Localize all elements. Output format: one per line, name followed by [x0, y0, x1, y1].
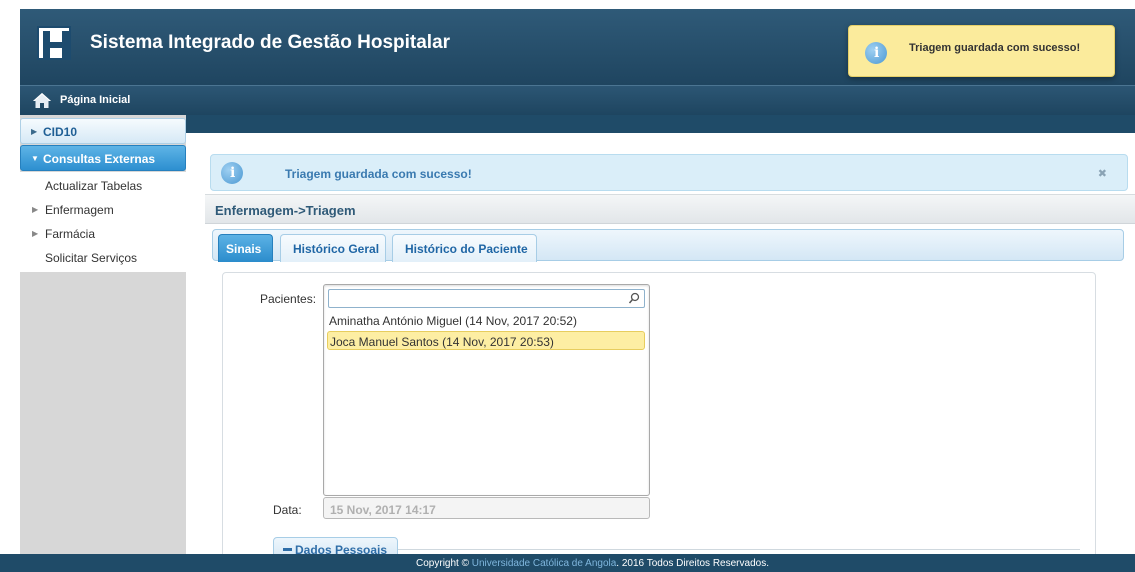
search-icon	[628, 292, 640, 304]
collapse-icon	[283, 548, 292, 551]
tab-historico-geral[interactable]: Histórico Geral	[280, 234, 386, 262]
home-link[interactable]: Página Inicial	[60, 94, 130, 106]
info-message: i Triagem guardada com sucesso! ✖	[210, 154, 1128, 191]
close-icon[interactable]: ✖	[1098, 167, 1107, 180]
copyright-suffix: . 2016 Todos Direitos Reservados.	[616, 558, 769, 569]
footer: Copyright © Universidade Católica de Ang…	[0, 554, 1135, 572]
tab-sinais[interactable]: Sinais	[218, 234, 273, 262]
patients-filter-input[interactable]	[329, 290, 619, 307]
chevron-down-icon: ▼	[31, 154, 39, 163]
info-icon: i	[865, 42, 887, 64]
info-message-text: Triagem guardada com sucesso!	[285, 167, 472, 181]
tab-label: Histórico do Paciente	[405, 242, 528, 256]
date-field: 15 Nov, 2017 14:17	[323, 497, 650, 519]
fieldset-border	[398, 549, 1080, 550]
pacientes-label: Pacientes:	[260, 292, 317, 306]
chevron-right-icon: ▶	[31, 127, 38, 136]
sidebar-section-label: Consultas Externas	[43, 152, 156, 166]
tab-bar: Sinais Histórico Geral Histórico do Paci…	[212, 229, 1124, 262]
patients-listbox[interactable]: Aminatha António Miguel (14 Nov, 2017 20…	[323, 284, 650, 496]
patients-filter	[328, 289, 645, 308]
growl-notification[interactable]: i Triagem guardada com sucesso!	[848, 25, 1115, 77]
top-nav: Página Inicial	[20, 85, 1135, 115]
tab-historico-paciente[interactable]: Histórico do Paciente	[392, 234, 537, 262]
hospital-logo	[37, 26, 71, 60]
data-label: Data:	[273, 503, 302, 517]
chevron-right-icon: ▶	[32, 205, 39, 214]
patient-list-item[interactable]: Aminatha António Miguel (14 Nov, 2017 20…	[327, 311, 645, 330]
sidebar-section-label: CID10	[43, 125, 78, 139]
date-value: 15 Nov, 2017 14:17	[330, 503, 436, 517]
home-icon[interactable]	[32, 92, 52, 109]
info-icon: i	[221, 162, 243, 184]
chevron-right-icon: ▶	[32, 229, 39, 238]
patient-list-item-selected[interactable]: Joca Manuel Santos (14 Nov, 2017 20:53)	[327, 331, 645, 350]
sidebar-section-consultas-externas[interactable]: ▼ Consultas Externas	[20, 145, 186, 171]
page-title: Enfermagem->Triagem	[215, 203, 356, 218]
sidebar: ▶ CID10 ▼ Consultas Externas Actualizar …	[20, 115, 186, 572]
sidebar-item-enfermagem[interactable]: Enfermagem	[45, 203, 114, 217]
app-title: Sistema Integrado de Gestão Hospitalar	[90, 32, 451, 53]
breadcrumb: Enfermagem->Triagem	[205, 194, 1135, 224]
sidebar-item-actualizar-tabelas[interactable]: Actualizar Tabelas	[45, 179, 142, 193]
growl-message: Triagem guardada com sucesso!	[909, 42, 1081, 54]
sidebar-item-solicitar-servicos[interactable]: Solicitar Serviços	[45, 251, 137, 265]
copyright-prefix: Copyright ©	[416, 558, 472, 569]
university-link[interactable]: Universidade Católica de Angola	[472, 558, 617, 569]
copyright-text: Copyright © Universidade Católica de Ang…	[0, 558, 1135, 569]
sidebar-menu: Actualizar Tabelas ▶ Enfermagem ▶ Farmác…	[20, 172, 186, 272]
tab-label: Sinais	[226, 242, 262, 256]
tab-label: Histórico Geral	[293, 242, 380, 256]
sub-bar	[186, 115, 1135, 133]
sidebar-section-cid10[interactable]: ▶ CID10	[20, 118, 186, 144]
app-window: Sistema Integrado de Gestão Hospitalar P…	[0, 0, 1135, 572]
sidebar-item-farmacia[interactable]: Farmácia	[45, 227, 95, 241]
